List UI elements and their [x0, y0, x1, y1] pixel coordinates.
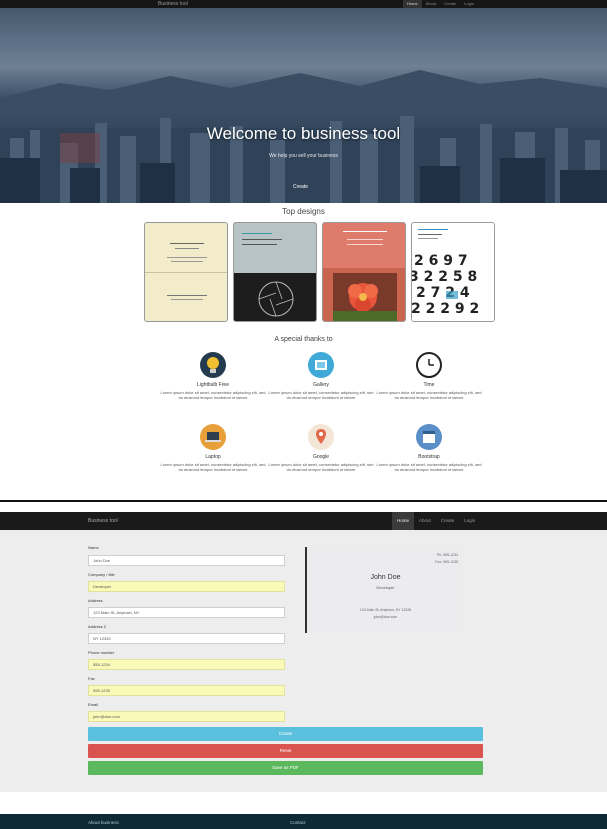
design-card-flower[interactable] [322, 222, 406, 322]
hero-subtitle: We help you sell your business [269, 153, 338, 159]
svg-text:2 2 2 9 2: 2 2 2 9 2 [412, 301, 479, 317]
hero-create-button[interactable]: Create [293, 184, 308, 190]
feature-description: Lorem ipsum dolor sit amet, consectetur … [376, 390, 482, 400]
feature-time: Time Lorem ipsum dolor sit amet, consect… [374, 352, 484, 400]
laptop-icon [200, 424, 226, 450]
feature-laptop: Laptop Lorem ipsum dolor sit amet, conse… [158, 424, 268, 472]
feature-bootstrap: Bootstrap Lorem ipsum dolor sit amet, co… [374, 424, 484, 472]
feature-name: Bootstrap [418, 454, 440, 460]
nav-item-create[interactable]: Create [440, 0, 460, 8]
hero-title: Welcome to business tool [206, 124, 401, 143]
feature-lightbulb: Lightbulb Free Lorem ipsum dolor sit ame… [158, 352, 268, 400]
app-navbar: Business tool Home About Create Login [0, 512, 607, 530]
flower-icon [333, 273, 397, 321]
footer-about: About business [88, 820, 119, 825]
special-thanks-heading: A special thanks to [274, 336, 333, 343]
reset-button[interactable]: Reset [88, 744, 483, 758]
preview-title: Developer [376, 585, 395, 590]
feature-gallery: Gallery Lorem ipsum dolor sit amet, cons… [266, 352, 376, 400]
feature-name: Lightbulb Free [197, 382, 229, 388]
footer-contact: Contact [290, 820, 306, 825]
nav-item-login[interactable]: Login [460, 0, 478, 8]
fax-input[interactable]: 555-1235 [88, 685, 285, 696]
feature-name: Google [312, 454, 330, 460]
top-designs-heading: Top designs [282, 207, 325, 216]
section-divider [0, 500, 607, 512]
numbers-pattern-image: 2 6 9 7 3 2 2 5 8 2 7 2 4 2 2 2 9 2 [412, 251, 494, 321]
app-nav-about[interactable]: About [414, 512, 436, 530]
phone-label: Phone number [88, 650, 115, 655]
preview-address2: john@doe.com [373, 615, 398, 619]
create-button[interactable]: Create [88, 727, 483, 741]
navbar-brand[interactable]: Business tool [158, 0, 188, 8]
feature-description: Lorem ipsum dolor sit amet, consectetur … [160, 462, 266, 472]
spacer [0, 792, 607, 814]
feature-name: Gallery [313, 382, 329, 388]
feature-description: Lorem ipsum dolor sit amet, consectetur … [160, 390, 266, 400]
business-card-preview: Ph: 555-1234 Fax: 555-1235 John Doe Deve… [305, 547, 462, 633]
address-input[interactable]: 123 Main St, Anytown, NY [88, 607, 285, 618]
app-navbar-items: Home About Create Login [392, 512, 480, 530]
name-label: Name [88, 545, 99, 550]
app-navbar-brand[interactable]: Business tool [88, 512, 118, 530]
navbar-items: Home About Create Login [403, 0, 478, 8]
design-card-cream[interactable] [144, 222, 228, 322]
nav-item-home[interactable]: Home [403, 0, 422, 8]
save-pdf-button[interactable]: Save as PDF [88, 761, 483, 775]
feature-description: Lorem ipsum dolor sit amet, consectetur … [376, 462, 482, 472]
camera-aperture-icon [258, 281, 294, 317]
feature-name: Time [423, 382, 435, 388]
feature-name: Laptop [205, 454, 221, 460]
app-nav-create[interactable]: Create [436, 512, 460, 530]
fax-label: Fax [88, 676, 95, 681]
gallery-icon [308, 352, 334, 378]
design-card-numbers[interactable]: 2 6 9 7 3 2 2 5 8 2 7 2 4 2 2 2 9 2 [411, 222, 495, 322]
preview-address: 123 Main St, Anytown, NY 12345 [359, 608, 412, 612]
hero-banner: Welcome to business tool We help you sel… [0, 8, 607, 203]
email-label: Email [88, 702, 99, 707]
svg-text:3 2 2 5 8: 3 2 2 5 8 [412, 269, 477, 285]
app-nav-home[interactable]: Home [392, 512, 415, 530]
phone-input[interactable]: 555-1234 [88, 659, 285, 670]
design-card-gray[interactable] [233, 222, 317, 322]
company-label: Company / title [88, 572, 115, 577]
calendar-icon [416, 424, 442, 450]
preview-fax: Fax: 555-1235 [435, 560, 458, 564]
lightbulb-icon [200, 352, 226, 378]
map-pin-icon [308, 424, 334, 450]
svg-text:2 6 9 7: 2 6 9 7 [414, 253, 468, 269]
app-nav-login[interactable]: Login [459, 512, 480, 530]
nav-item-about[interactable]: About [422, 0, 440, 8]
preview-phone: Ph: 555-1234 [436, 553, 458, 557]
address-label: Address [88, 598, 103, 603]
feature-description: Lorem ipsum dolor sit amet, consectetur … [268, 390, 374, 400]
clock-icon [416, 352, 442, 378]
address2-label: Address 2 [88, 624, 107, 629]
company-input[interactable]: Developer [88, 581, 285, 592]
email-input[interactable]: john@doe.com [88, 711, 285, 722]
top-navbar: Business tool Home About Create Login [0, 0, 607, 8]
feature-google: Google Lorem ipsum dolor sit amet, conse… [266, 424, 376, 472]
name-input[interactable]: John Doe [88, 555, 285, 566]
address2-input[interactable]: NY 12345 [88, 633, 285, 644]
svg-text:2 7 2 4: 2 7 2 4 [416, 285, 470, 301]
footer: About business Contact [0, 814, 607, 829]
preview-name: John Doe [370, 574, 401, 581]
feature-description: Lorem ipsum dolor sit amet, consectetur … [268, 462, 374, 472]
